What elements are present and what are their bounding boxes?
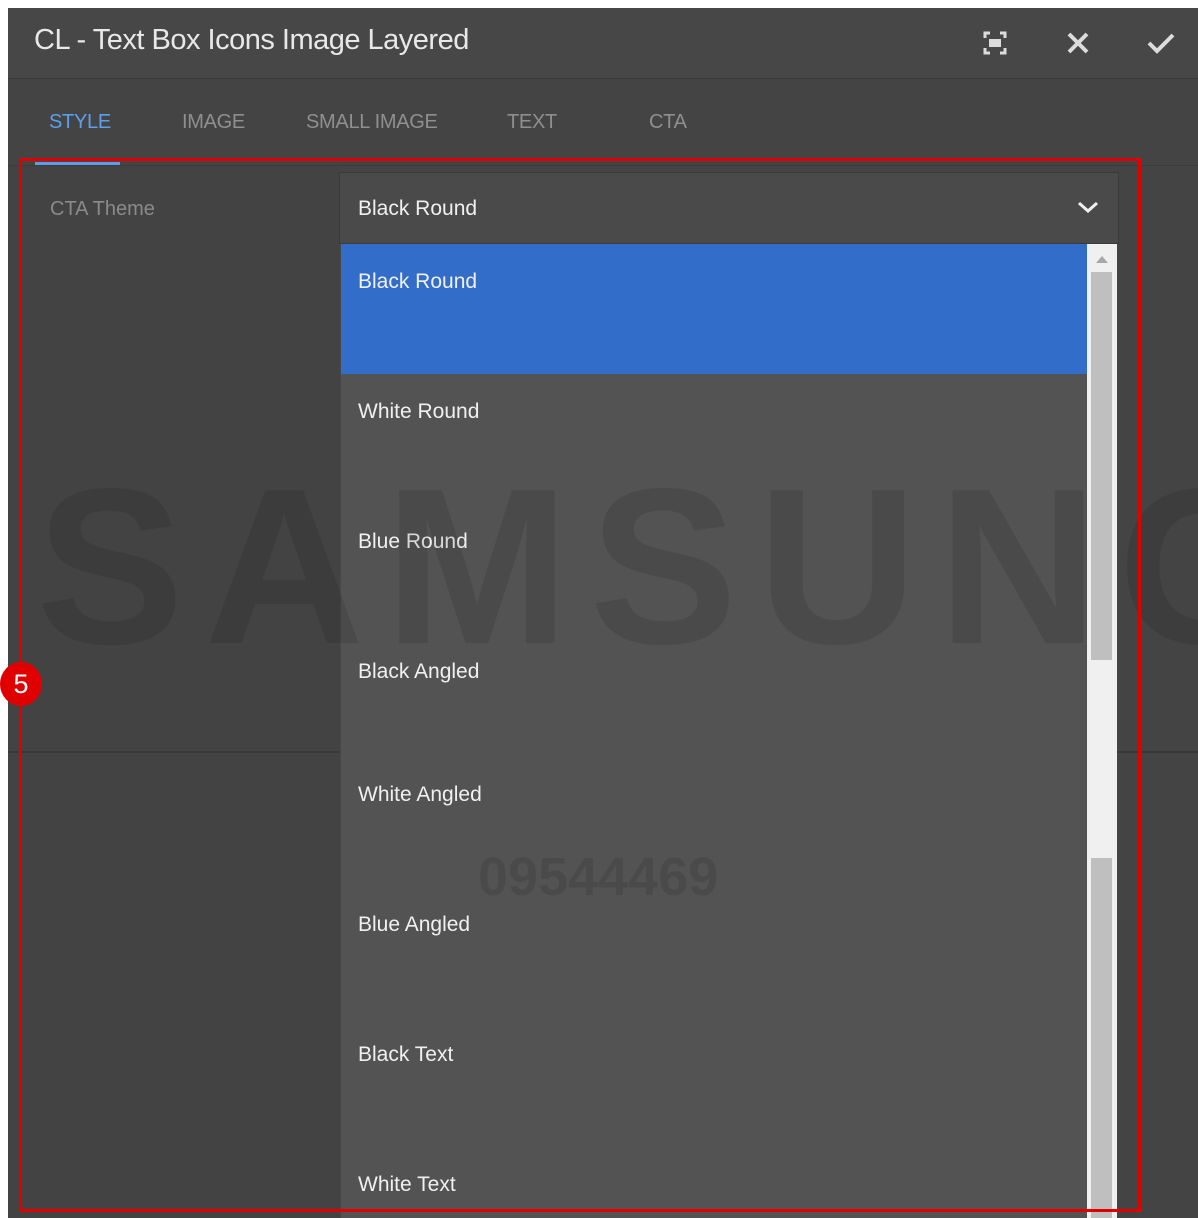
dialog-content: CTA Theme Black Round Black Round White … [8,166,1198,1218]
tab-text[interactable]: TEXT [507,111,557,134]
dialog-title: CL - Text Box Icons Image Layered [34,24,469,56]
dropdown-option[interactable]: White Angled [340,757,1087,887]
dropdown-option[interactable]: Black Round [340,244,1087,374]
scroll-up-arrow-icon[interactable] [1095,254,1109,264]
select-value: Black Round [358,197,478,220]
cta-theme-label: CTA Theme [50,198,155,220]
option-label: Black Text [358,1043,454,1066]
dropdown-option[interactable]: White Text [340,1147,1087,1218]
scrollbar-thumb[interactable] [1091,272,1112,660]
tab-bar: STYLE IMAGE SMALL IMAGE TEXT CTA [8,79,1198,166]
option-label: Blue Round [358,530,468,553]
dialog: CL - Text Box Icons Image Layered STYLE … [8,8,1198,1218]
dropdown-option[interactable]: Blue Angled [340,887,1087,1017]
dropdown-option[interactable]: Black Angled [340,634,1087,764]
scrollbar[interactable] [1087,244,1117,1218]
scrollbar-thumb[interactable] [1091,858,1112,1218]
annotation-badge: 5 [0,662,42,706]
dropdown-list[interactable]: Black Round White Round Blue Round Black… [340,244,1117,1218]
fullscreen-icon [983,31,1007,55]
option-label: White Round [358,400,480,423]
cta-theme-select[interactable]: Black Round [339,172,1119,244]
tab-small-image[interactable]: SMALL IMAGE [306,111,438,134]
chevron-down-icon[interactable] [1076,197,1100,217]
option-label: Black Round [358,270,478,293]
option-label: Black Angled [358,660,480,683]
close-button[interactable] [1061,26,1095,60]
dialog-titlebar: CL - Text Box Icons Image Layered [8,8,1198,79]
active-tab-indicator [35,162,120,165]
option-label: White Text [358,1173,456,1196]
option-label: Blue Angled [358,913,471,936]
done-button[interactable] [1144,26,1178,60]
tab-image[interactable]: IMAGE [182,111,245,134]
close-icon [1067,32,1089,54]
checkmark-icon [1147,33,1175,54]
fullscreen-button[interactable] [978,26,1012,60]
dropdown-option[interactable]: Blue Round [340,504,1087,634]
tab-cta[interactable]: CTA [649,111,687,134]
dropdown-option[interactable]: Black Text [340,1017,1087,1147]
tab-style[interactable]: STYLE [49,111,111,134]
option-label: White Angled [358,783,482,806]
dropdown-option[interactable]: White Round [340,374,1087,504]
field-label-column: CTA Theme [8,166,339,1218]
